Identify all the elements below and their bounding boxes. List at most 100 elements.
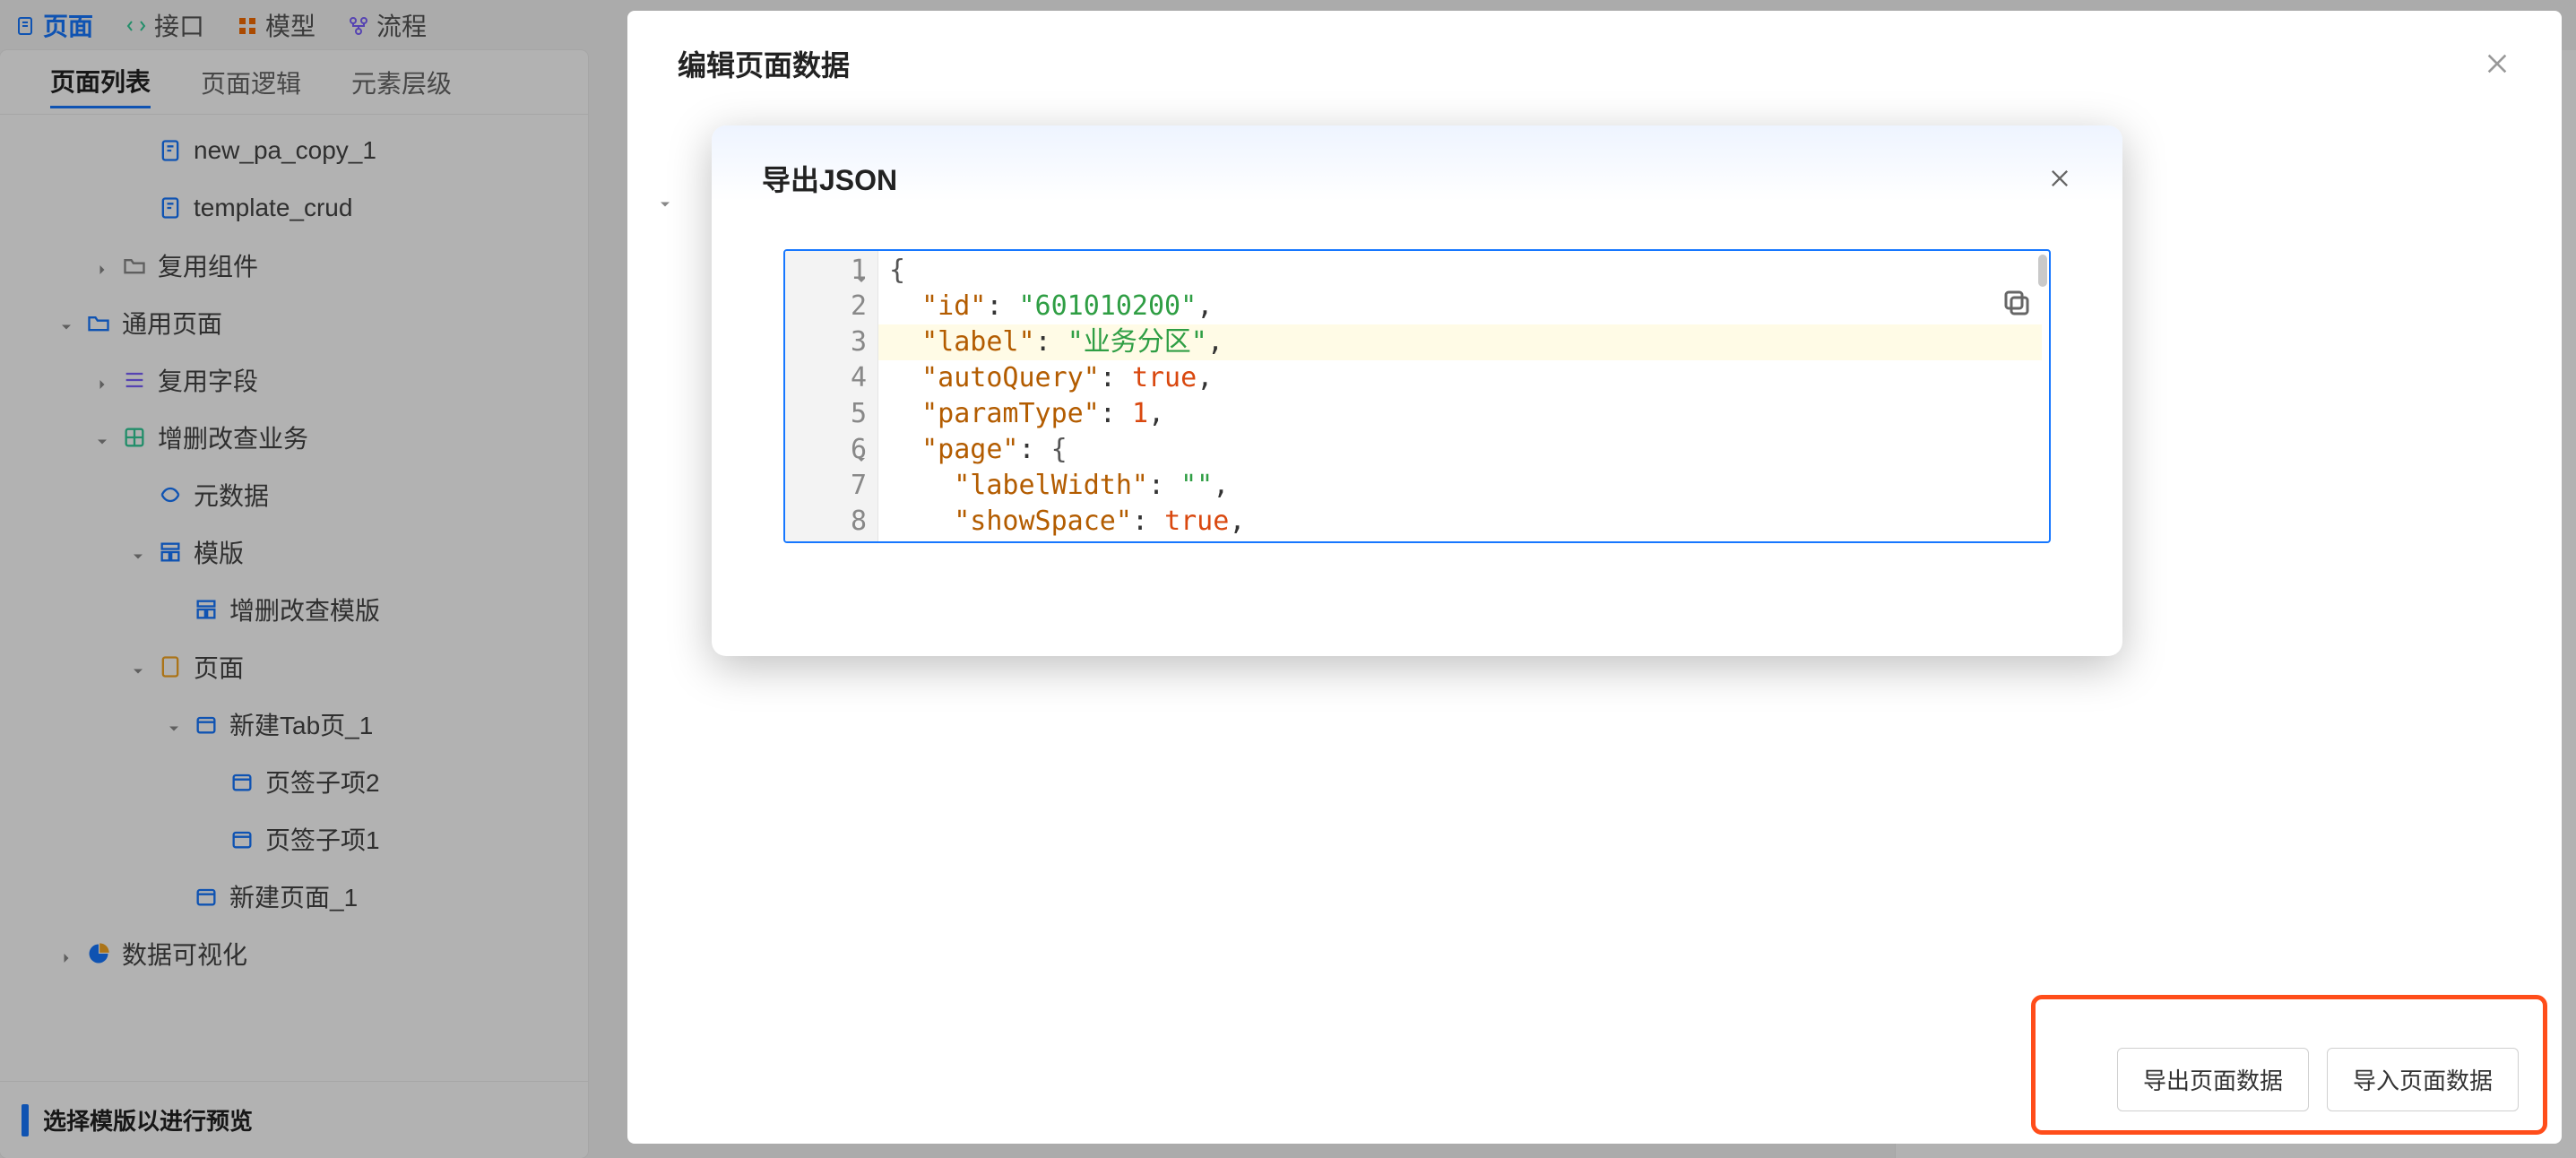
chevron-down-icon[interactable] — [129, 543, 147, 561]
chart-icon — [86, 941, 111, 966]
tree-node[interactable]: 新建页面_1 — [0, 868, 588, 925]
tree-node[interactable]: 数据可视化 — [0, 925, 588, 982]
tree-node[interactable]: 增删改查模版 — [0, 581, 588, 638]
import-page-data-button[interactable]: 导入页面数据 — [2327, 1048, 2519, 1111]
caret-placeholder — [201, 830, 219, 848]
doc-icon — [158, 138, 183, 163]
topnav-flow[interactable]: 流程 — [348, 7, 427, 43]
flow-icon — [348, 14, 369, 36]
tree-node[interactable]: 增删改查业务 — [0, 409, 588, 466]
tab-icon — [229, 769, 255, 794]
tree-node-label: 新建页面_1 — [229, 878, 358, 914]
folder-icon — [122, 253, 147, 278]
folder-open-icon — [86, 310, 111, 335]
tree-node-label: 页签子项2 — [265, 764, 380, 799]
page-icon — [158, 654, 183, 679]
meta-icon — [158, 482, 183, 507]
chevron-right-icon[interactable] — [57, 945, 75, 963]
doc-icon — [14, 14, 36, 36]
tree-node-label: template_crud — [194, 194, 352, 222]
code-line: "label": "业务分区", — [889, 324, 2038, 360]
cube-icon — [122, 425, 147, 450]
tree-node[interactable]: 页面 — [0, 638, 588, 696]
code-line: "showSpace": true, — [889, 504, 2038, 540]
topnav-model[interactable]: 模型 — [237, 7, 316, 43]
tab-icon — [194, 884, 219, 909]
grid-icon — [237, 14, 258, 36]
tree-node-label: 增删改查业务 — [158, 419, 308, 455]
tree-node[interactable]: template_crud — [0, 179, 588, 237]
chevron-down-icon[interactable] — [165, 715, 183, 733]
code-line: "id": "601010200", — [889, 289, 2038, 324]
attribute-section-toggle[interactable] — [656, 192, 674, 210]
tree-node-label: 数据可视化 — [122, 936, 247, 972]
tree-node-label: 复用组件 — [158, 247, 258, 283]
accent-bar — [22, 1104, 29, 1136]
export-json-modal: 导出JSON 12345678 { "id": "601010200", "la… — [712, 125, 2122, 656]
caret-placeholder — [129, 486, 147, 504]
editor-close-button[interactable] — [2483, 49, 2511, 78]
sidebar-tabs: 页面列表 页面逻辑 元素层级 — [0, 50, 588, 115]
tree-node[interactable]: 复用组件 — [0, 237, 588, 294]
chevron-down-icon[interactable] — [129, 658, 147, 676]
tree-node[interactable]: 复用字段 — [0, 351, 588, 409]
code-gutter: 12345678 — [785, 251, 878, 541]
code-line: "autoQuery": true, — [889, 360, 2038, 396]
tree-node-label: 通用页面 — [122, 305, 222, 341]
sidebar-panel: 页面列表 页面逻辑 元素层级 new_pa_copy_1 template_cru… — [0, 50, 588, 1158]
preview-selector[interactable]: 选择模版以进行预览 — [0, 1081, 588, 1158]
tab-icon — [229, 826, 255, 851]
chevron-right-icon[interactable] — [93, 371, 111, 389]
sidebar-tab-layers[interactable]: 元素层级 — [351, 65, 452, 100]
list-icon — [122, 367, 147, 393]
tree-node[interactable]: 页签子项2 — [0, 753, 588, 810]
caret-placeholder — [201, 773, 219, 791]
template-icon — [158, 540, 183, 565]
tree-node-label: 新建Tab页_1 — [229, 706, 373, 742]
tree-node-label: 复用字段 — [158, 362, 258, 398]
topnav-page-label: 页面 — [43, 7, 93, 43]
caret-placeholder — [165, 601, 183, 618]
chevron-down-icon — [656, 192, 674, 210]
tree-node[interactable]: 模版 — [0, 523, 588, 581]
code-line: "paramType": 1, — [889, 396, 2038, 432]
tree-node-label: new_pa_copy_1 — [194, 136, 376, 165]
template-icon — [194, 597, 219, 622]
tree-node[interactable]: 通用页面 — [0, 294, 588, 351]
doc-icon — [158, 195, 183, 220]
sidebar-tab-logic[interactable]: 页面逻辑 — [201, 65, 301, 100]
copy-button[interactable] — [2001, 287, 2033, 319]
topnav-api[interactable]: 接口 — [125, 7, 204, 43]
topnav-api-label: 接口 — [154, 7, 204, 43]
code-line: { — [889, 253, 2038, 289]
json-editor[interactable]: 12345678 { "id": "601010200", "label": "… — [783, 249, 2051, 543]
topnav-flow-label: 流程 — [376, 7, 427, 43]
export-page-data-button[interactable]: 导出页面数据 — [2117, 1048, 2309, 1111]
tree-node-label: 元数据 — [194, 477, 269, 513]
caret-placeholder — [165, 887, 183, 905]
tree-node-label: 模版 — [194, 534, 244, 570]
modal-title: 导出JSON — [762, 158, 897, 199]
code-content: { "id": "601010200", "label": "业务分区", "a… — [889, 253, 2038, 540]
sidebar-tab-list[interactable]: 页面列表 — [50, 63, 151, 108]
chevron-right-icon[interactable] — [93, 256, 111, 274]
tree-node-label: 增删改查模版 — [229, 592, 380, 627]
chevron-down-icon[interactable] — [57, 314, 75, 332]
chevron-down-icon[interactable] — [93, 428, 111, 446]
page-tree[interactable]: new_pa_copy_1 template_crud 复用组件通用页面复用字段增删… — [0, 115, 588, 1081]
code-fold-icon[interactable] — [854, 441, 869, 455]
tree-node[interactable]: 新建Tab页_1 — [0, 696, 588, 753]
editor-title: 编辑页面数据 — [678, 43, 850, 84]
tree-node[interactable]: 页签子项1 — [0, 810, 588, 868]
tab-icon — [194, 712, 219, 737]
code-line: "page": { — [889, 432, 2038, 468]
tree-node[interactable]: 元数据 — [0, 466, 588, 523]
modal-close-button[interactable] — [2047, 166, 2072, 191]
tree-node-label: 页面 — [194, 649, 244, 685]
tree-node[interactable]: new_pa_copy_1 — [0, 122, 588, 179]
topnav-page[interactable]: 页面 — [14, 7, 93, 43]
code-fold-icon[interactable] — [854, 262, 869, 276]
tree-node-label: 页签子项1 — [265, 821, 380, 857]
caret-placeholder — [129, 199, 147, 217]
api-icon — [125, 14, 147, 36]
